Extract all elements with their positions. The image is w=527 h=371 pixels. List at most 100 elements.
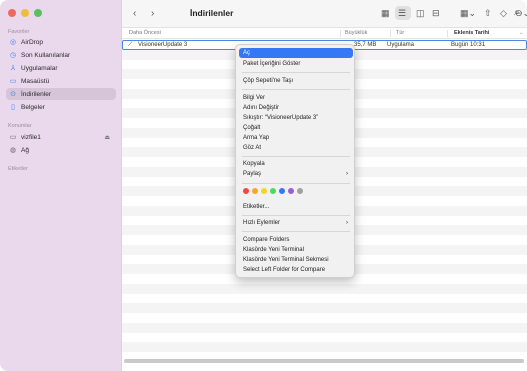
tag-orange[interactable]: [252, 188, 258, 194]
sidebar-item-vizfile1[interactable]: ▭ vizfile1 ⏏: [6, 131, 116, 143]
sidebar-item-airdrop[interactable]: ◎ AirDrop: [6, 36, 116, 48]
airdrop-icon: ◎: [9, 38, 17, 46]
back-button[interactable]: ‹: [133, 8, 136, 19]
window-controls: [8, 9, 42, 17]
tag-purple[interactable]: [288, 188, 294, 194]
column-kind[interactable]: Tür: [396, 30, 404, 36]
share-icon[interactable]: ⇧: [484, 8, 492, 19]
sidebar-item-documents[interactable]: ▯ Belgeler: [6, 101, 116, 113]
menu-separator: [242, 156, 350, 157]
sidebar-item-label: Uygulamalar: [21, 64, 58, 72]
eject-icon[interactable]: ⏏: [104, 134, 110, 141]
menu-item-move-to-trash[interactable]: Çöp Sepeti'ne Taşı: [239, 76, 353, 86]
menu-item-tags[interactable]: Etiketler...: [239, 202, 353, 212]
list-row: [122, 303, 527, 313]
network-icon: ◍: [9, 146, 17, 154]
sidebar-item-label: vizfile1: [21, 133, 41, 141]
sidebar-item-recents[interactable]: ◷ Son Kullanılanlar: [6, 49, 116, 61]
menu-item-copy[interactable]: Kopyala: [239, 159, 353, 169]
download-icon: ⊙: [10, 90, 16, 98]
menu-item-get-info[interactable]: Bilgi Ver: [239, 93, 353, 103]
forward-button[interactable]: ›: [151, 8, 154, 19]
favorites-header: Favoriler: [8, 29, 30, 35]
desktop-icon: ▭: [9, 77, 17, 85]
menu-item-make-alias[interactable]: Arma Yap: [239, 133, 353, 143]
sidebar-item-network[interactable]: ◍ Ağ: [6, 144, 116, 156]
icon-view-button[interactable]: ▦: [381, 8, 390, 19]
column-view-button[interactable]: ◫: [416, 8, 425, 19]
sidebar-item-label: Son Kullanılanlar: [21, 51, 71, 59]
menu-separator: [242, 231, 350, 232]
menu-item-duplicate[interactable]: Çoğalt: [239, 123, 353, 133]
sidebar-item-label: Belgeler: [21, 103, 45, 111]
menu-item-new-terminal-tab[interactable]: Klasörde Yeni Terminal Sekmesi: [239, 255, 353, 265]
column-date-added[interactable]: Eklenis Tarihi: [454, 30, 489, 36]
menu-item-label: Paylaş: [243, 171, 262, 177]
sidebar-item-desktop[interactable]: ▭ Masaüstü: [6, 75, 116, 87]
chevron-right-icon: ›: [346, 220, 348, 226]
menu-item-select-left-folder[interactable]: Select Left Folder for Compare: [239, 265, 353, 275]
menu-item-share[interactable]: Paylaş ›: [239, 169, 353, 179]
document-icon: ▯: [11, 103, 15, 111]
chevron-right-icon: ›: [346, 171, 348, 177]
column-divider: [447, 30, 448, 37]
list-row: [122, 342, 527, 352]
toolbar: ‹ › İndirilenler ▦ ☰ ◫ ⊟ ▦⌄ ⇧ ◇ ⊖⌄ ⌕: [122, 0, 527, 28]
menu-separator: [242, 183, 350, 184]
locations-header: Konumlar: [8, 123, 32, 129]
sidebar-item-downloads[interactable]: ⊙ İndirilenler: [6, 88, 116, 100]
column-divider: [390, 30, 391, 37]
menu-item-compress[interactable]: Sıkıştır: “VisioneerUpdate 3”: [239, 113, 353, 123]
file-size: 35,7 MB: [354, 42, 377, 48]
tags-header: Etiketler: [8, 166, 28, 172]
menu-item-open[interactable]: Aç: [239, 48, 353, 58]
clock-icon: ◷: [9, 51, 17, 59]
tag-icon[interactable]: ◇: [500, 8, 507, 19]
gallery-view-button[interactable]: ⊟: [432, 8, 440, 19]
list-view-icon: ☰: [398, 8, 407, 18]
menu-item-show-package-contents[interactable]: Paket İçeriğini Göster: [239, 59, 353, 69]
sidebar-item-label: AirDrop: [21, 38, 44, 46]
sidebar: Favoriler ◎ AirDrop ◷ Son Kullanılanlar …: [0, 0, 122, 371]
sidebar-item-applications[interactable]: ⅄ Uygulamalar: [6, 62, 116, 74]
menu-item-rename[interactable]: Adını Değiştir: [239, 103, 353, 113]
horizontal-scrollbar[interactable]: [124, 359, 524, 363]
close-button[interactable]: [8, 9, 16, 17]
chevron-down-icon: ⌄: [519, 30, 524, 36]
list-row: [122, 323, 527, 333]
column-name[interactable]: Daha Öncesi: [129, 30, 161, 36]
minimize-button[interactable]: [21, 9, 29, 17]
sidebar-item-label: Masaüstü: [21, 77, 50, 85]
finder-window: Favoriler ◎ AirDrop ◷ Son Kullanılanlar …: [0, 0, 527, 371]
tag-color-row: [243, 188, 303, 194]
file-date: Bugün 10:31: [451, 42, 486, 48]
apps-icon: ⅄: [10, 64, 16, 72]
search-icon[interactable]: ⌕: [514, 7, 520, 18]
menu-item-new-terminal[interactable]: Klasörde Yeni Terminal: [239, 245, 353, 255]
tag-red[interactable]: [243, 188, 249, 194]
menu-item-label: Hızlı Eylemler: [243, 220, 281, 226]
list-row: [122, 284, 527, 294]
sidebar-item-label: İndirilenler: [21, 90, 51, 98]
file-name: VisioneerUpdate 3: [138, 42, 188, 48]
menu-item-quick-look[interactable]: Göz At: [239, 143, 353, 153]
menu-separator: [242, 215, 350, 216]
column-divider: [340, 30, 341, 37]
menu-separator: [242, 89, 350, 90]
computer-icon: ▭: [9, 133, 17, 141]
sidebar-item-label: Ağ: [21, 146, 29, 154]
context-menu: Aç Paket İçeriğini Göster Çöp Sepeti'ne …: [235, 44, 355, 278]
menu-item-compare-folders[interactable]: Compare Folders: [239, 235, 353, 245]
tag-yellow[interactable]: [261, 188, 267, 194]
tag-green[interactable]: [270, 188, 276, 194]
group-button[interactable]: ▦⌄: [460, 8, 476, 19]
menu-item-quick-actions[interactable]: Hızlı Eylemler ›: [239, 218, 353, 228]
tag-gray[interactable]: [297, 188, 303, 194]
file-kind: Uygulama: [387, 42, 415, 48]
tag-blue[interactable]: [279, 188, 285, 194]
zoom-button[interactable]: [34, 9, 42, 17]
application-icon: ⟋: [128, 42, 133, 48]
column-size[interactable]: Büyüklük: [345, 30, 367, 36]
menu-separator: [242, 72, 350, 73]
column-header: Daha Öncesi Büyüklük Tür Eklenis Tarihi …: [122, 28, 527, 39]
